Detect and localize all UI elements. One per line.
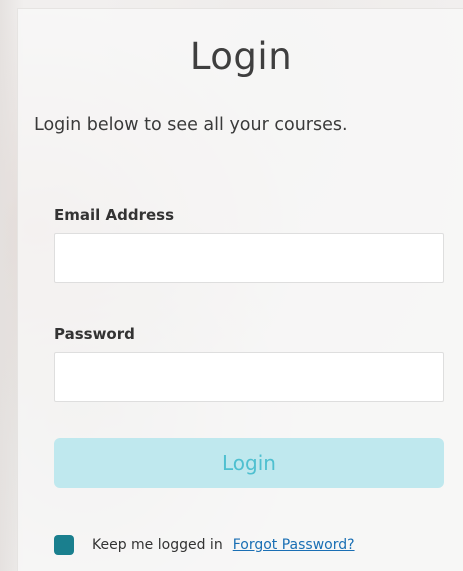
password-field[interactable] [54,352,444,402]
login-card: Login Login below to see all your course… [17,8,463,571]
remember-row: Keep me logged in Forgot Password? [54,534,355,556]
page-title: Login [189,35,293,78]
keep-logged-in-checkbox[interactable] [54,535,74,555]
password-label: Password [54,325,135,343]
login-button[interactable]: Login [54,438,444,488]
page-background: Login Login below to see all your course… [0,0,463,571]
login-subtitle: Login below to see all your courses. [34,115,348,135]
email-field[interactable] [54,233,444,283]
keep-logged-in-label: Keep me logged in [92,537,223,553]
email-label: Email Address [54,206,175,224]
forgot-password-link[interactable]: Forgot Password? [233,537,355,553]
